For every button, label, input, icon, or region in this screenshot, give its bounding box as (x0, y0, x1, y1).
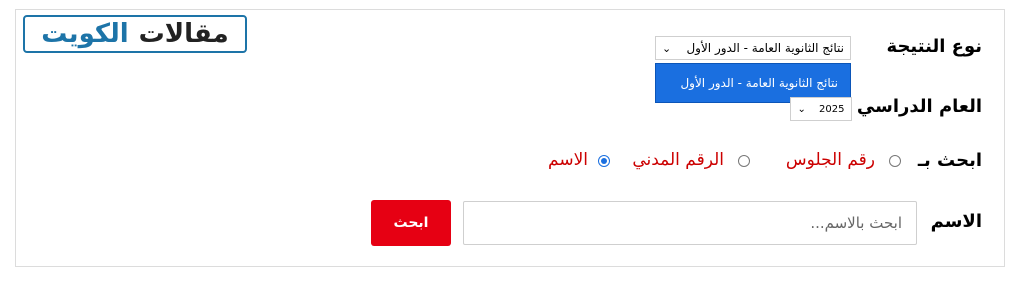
result-type-select[interactable]: نتائج الثانوية العامة - الدور الأول ⌄ (655, 36, 851, 60)
logo-word-maqalat: مقالات (138, 19, 229, 49)
radio-seat-number-label[interactable]: رقم الجلوس (786, 150, 875, 170)
year-selected-text: 2025 (819, 103, 845, 115)
radio-name-label[interactable]: الاسم (548, 150, 588, 170)
radio-name[interactable] (598, 155, 610, 167)
name-label: الاسم (930, 211, 982, 232)
logo-word-kuwait: الكويت (41, 19, 129, 49)
result-type-label: نوع النتيجة (886, 36, 982, 57)
chevron-down-icon: ⌄ (797, 103, 806, 115)
search-button[interactable]: ابحث (371, 200, 451, 246)
result-type-selected-text: نتائج الثانوية العامة - الدور الأول (686, 41, 844, 55)
site-logo[interactable]: مقالات الكويت (23, 15, 247, 53)
dropdown-option-label: نتائج الثانوية العامة - الدور الأول (680, 76, 838, 90)
radio-seat-number[interactable] (889, 155, 901, 167)
radio-civil-id[interactable] (738, 155, 750, 167)
name-search-input[interactable] (463, 201, 917, 245)
search-by-label: ابحث بـ (917, 150, 982, 171)
year-label: العام الدراسي (856, 96, 982, 117)
radio-civil-id-label[interactable]: الرقم المدني (632, 150, 724, 170)
year-select[interactable]: ⌄ 2025 (790, 97, 852, 121)
chevron-down-icon: ⌄ (662, 41, 672, 55)
